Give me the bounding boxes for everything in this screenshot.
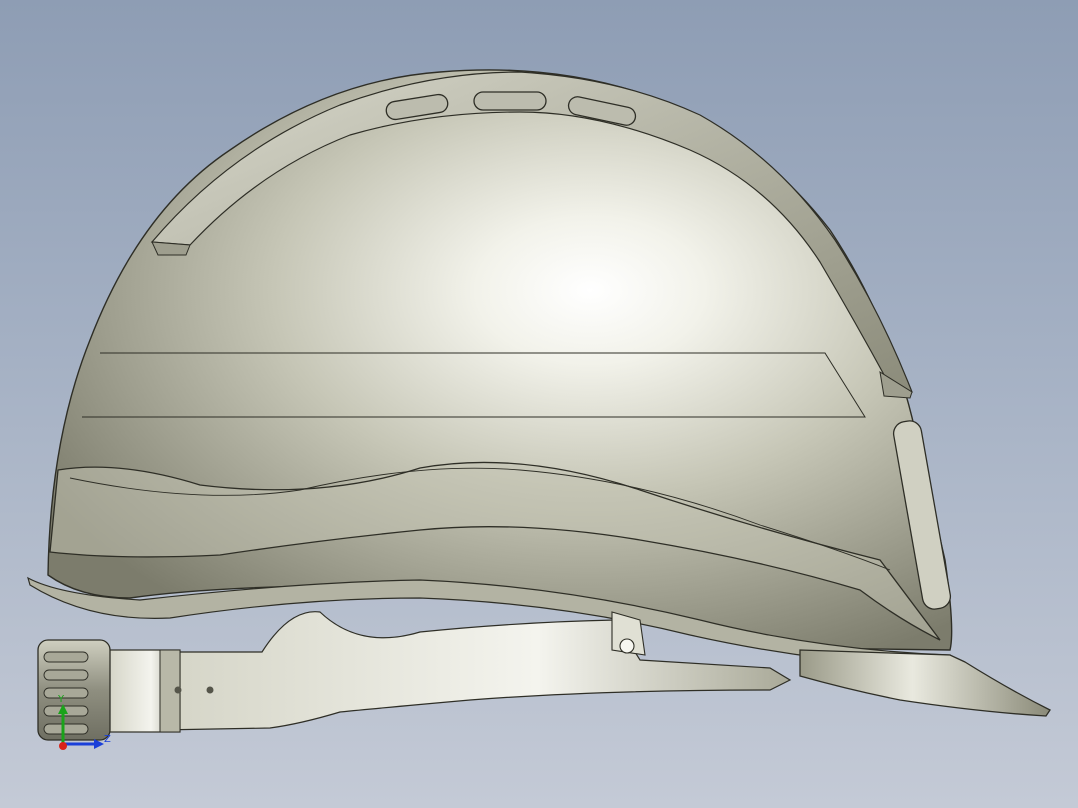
z-axis-label: Z [104,734,111,745]
x-axis-dot [59,742,67,750]
clip-rivet [619,638,635,654]
helmet-peak[interactable] [799,649,1051,717]
vent-slot-middle [473,91,547,111]
y-axis-label: Y [57,694,65,705]
strap-hole-2 [206,686,214,694]
helmet-model[interactable]: Y Z [0,0,1078,808]
cad-viewport[interactable]: Y Z [0,0,1078,808]
strap-hole-1 [174,686,182,694]
